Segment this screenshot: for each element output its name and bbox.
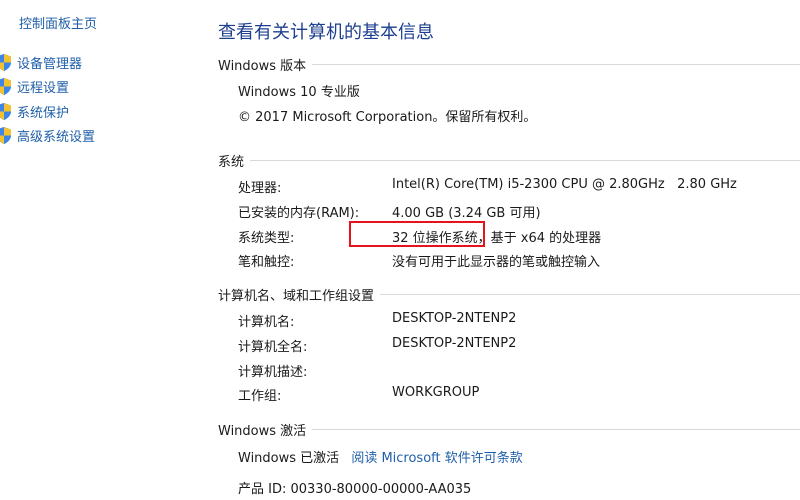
sidebar-nav: 设备管理器 远程设置 系统保护 高级系统设置: [0, 50, 95, 148]
system-section: 系统: [218, 151, 800, 170]
sidebar-item-label: 系统保护: [17, 105, 70, 121]
shield-icon: [0, 53, 11, 71]
full-computer-name-row: 计算机全名: DESKTOP-2NTENP2: [238, 336, 798, 356]
shield-icon: [0, 78, 11, 96]
computer-name-row: 计算机名: DESKTOP-2NTENP2: [238, 311, 798, 331]
highlight-annotation-box: [349, 221, 485, 247]
computer-name-value: DESKTOP-2NTENP2: [392, 311, 517, 326]
windows-edition-section: Windows 版本: [218, 55, 800, 74]
activation-section: Windows 激活: [218, 420, 800, 439]
sidebar-item-label: 设备管理器: [17, 56, 83, 72]
memory-row: 已安装的内存(RAM): 4.00 GB (3.24 GB 可用): [238, 202, 798, 222]
pen-touch-value: 没有可用于此显示器的笔或触控输入: [392, 255, 601, 270]
workgroup-row: 工作组: WORKGROUP: [238, 385, 798, 405]
pen-touch-label: 笔和触控:: [238, 255, 295, 270]
full-computer-name-value: DESKTOP-2NTENP2: [392, 336, 517, 351]
section-divider: [380, 293, 800, 295]
processor-label: 处理器:: [238, 181, 282, 196]
control-panel-home-link[interactable]: 控制面板主页: [19, 13, 97, 32]
computer-description-row: 计算机描述:: [238, 361, 798, 381]
activation-status-line: Windows 已激活 阅读 Microsoft 软件许可条款: [238, 447, 523, 466]
computer-description-label: 计算机描述:: [238, 365, 308, 380]
section-heading: 系统: [218, 154, 245, 170]
windows-edition-value: Windows 10 专业版: [238, 85, 360, 100]
memory-label: 已安装的内存(RAM):: [238, 206, 360, 221]
sidebar-item-system-protection[interactable]: 系统保护: [0, 99, 95, 124]
sidebar-item-advanced-system-settings[interactable]: 高级系统设置: [0, 124, 95, 149]
full-computer-name-label: 计算机全名:: [238, 340, 308, 355]
section-heading: Windows 版本: [218, 58, 307, 74]
computer-name-label: 计算机名:: [238, 315, 295, 330]
section-heading: 计算机名、域和工作组设置: [218, 288, 375, 304]
processor-value: Intel(R) Core(TM) i5-2300 CPU @ 2.80GHz …: [392, 177, 737, 192]
section-divider: [250, 159, 800, 161]
workgroup-label: 工作组:: [238, 389, 282, 404]
section-divider: [312, 428, 800, 430]
section-heading: Windows 激活: [218, 423, 307, 439]
activation-status: Windows 已激活: [238, 451, 340, 466]
system-type-label: 系统类型:: [238, 231, 295, 246]
sidebar-item-label: 高级系统设置: [17, 130, 96, 146]
memory-value: 4.00 GB (3.24 GB 可用): [392, 206, 541, 221]
pen-touch-row: 笔和触控: 没有可用于此显示器的笔或触控输入: [238, 251, 798, 271]
section-divider: [312, 63, 800, 65]
sidebar-item-remote-settings[interactable]: 远程设置: [0, 75, 95, 100]
page-title: 查看有关计算机的基本信息: [218, 22, 434, 43]
system-properties-window: 控制面板主页 设备管理器 远程设置 系统保护 高级系统设置 查看有关计算机的基本…: [0, 0, 800, 500]
computer-name-section: 计算机名、域和工作组设置: [218, 285, 800, 304]
sidebar-item-label: 远程设置: [17, 81, 70, 97]
license-terms-link[interactable]: 阅读 Microsoft 软件许可条款: [351, 451, 522, 466]
shield-icon: [0, 102, 11, 120]
shield-icon: [0, 127, 11, 145]
system-type-row: 系统类型: 32 位操作系统，基于 x64 的处理器: [238, 227, 798, 247]
product-id: 产品 ID: 00330-80000-00000-AA035: [238, 482, 472, 497]
sidebar-item-device-manager[interactable]: 设备管理器: [0, 50, 95, 75]
copyright-text: © 2017 Microsoft Corporation。保留所有权利。: [238, 110, 537, 125]
workgroup-value: WORKGROUP: [392, 385, 480, 400]
processor-row: 处理器: Intel(R) Core(TM) i5-2300 CPU @ 2.8…: [238, 177, 798, 197]
